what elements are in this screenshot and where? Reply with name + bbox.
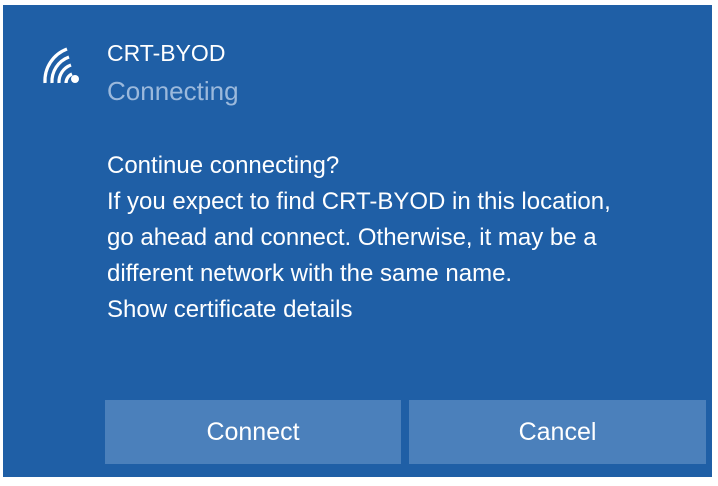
message-heading: Continue connecting? (107, 152, 340, 179)
connect-button[interactable]: Connect (105, 400, 401, 464)
message-line: If you expect to find CRT-BYOD in this l… (107, 188, 611, 215)
message-line: go ahead and connect. Otherwise, it may … (107, 224, 597, 251)
network-name: CRT-BYOD (107, 40, 226, 66)
network-status: Connecting (107, 76, 239, 106)
cancel-button[interactable]: Cancel (409, 400, 706, 464)
message-line: different network with the same name. (107, 260, 513, 287)
show-certificate-details-link[interactable]: Show certificate details (107, 292, 707, 328)
wifi-icon (43, 47, 79, 84)
wifi-connection-panel: CRT-BYOD Connecting Continue connecting?… (3, 5, 712, 477)
connection-message: Continue connecting? If you expect to fi… (107, 148, 707, 328)
